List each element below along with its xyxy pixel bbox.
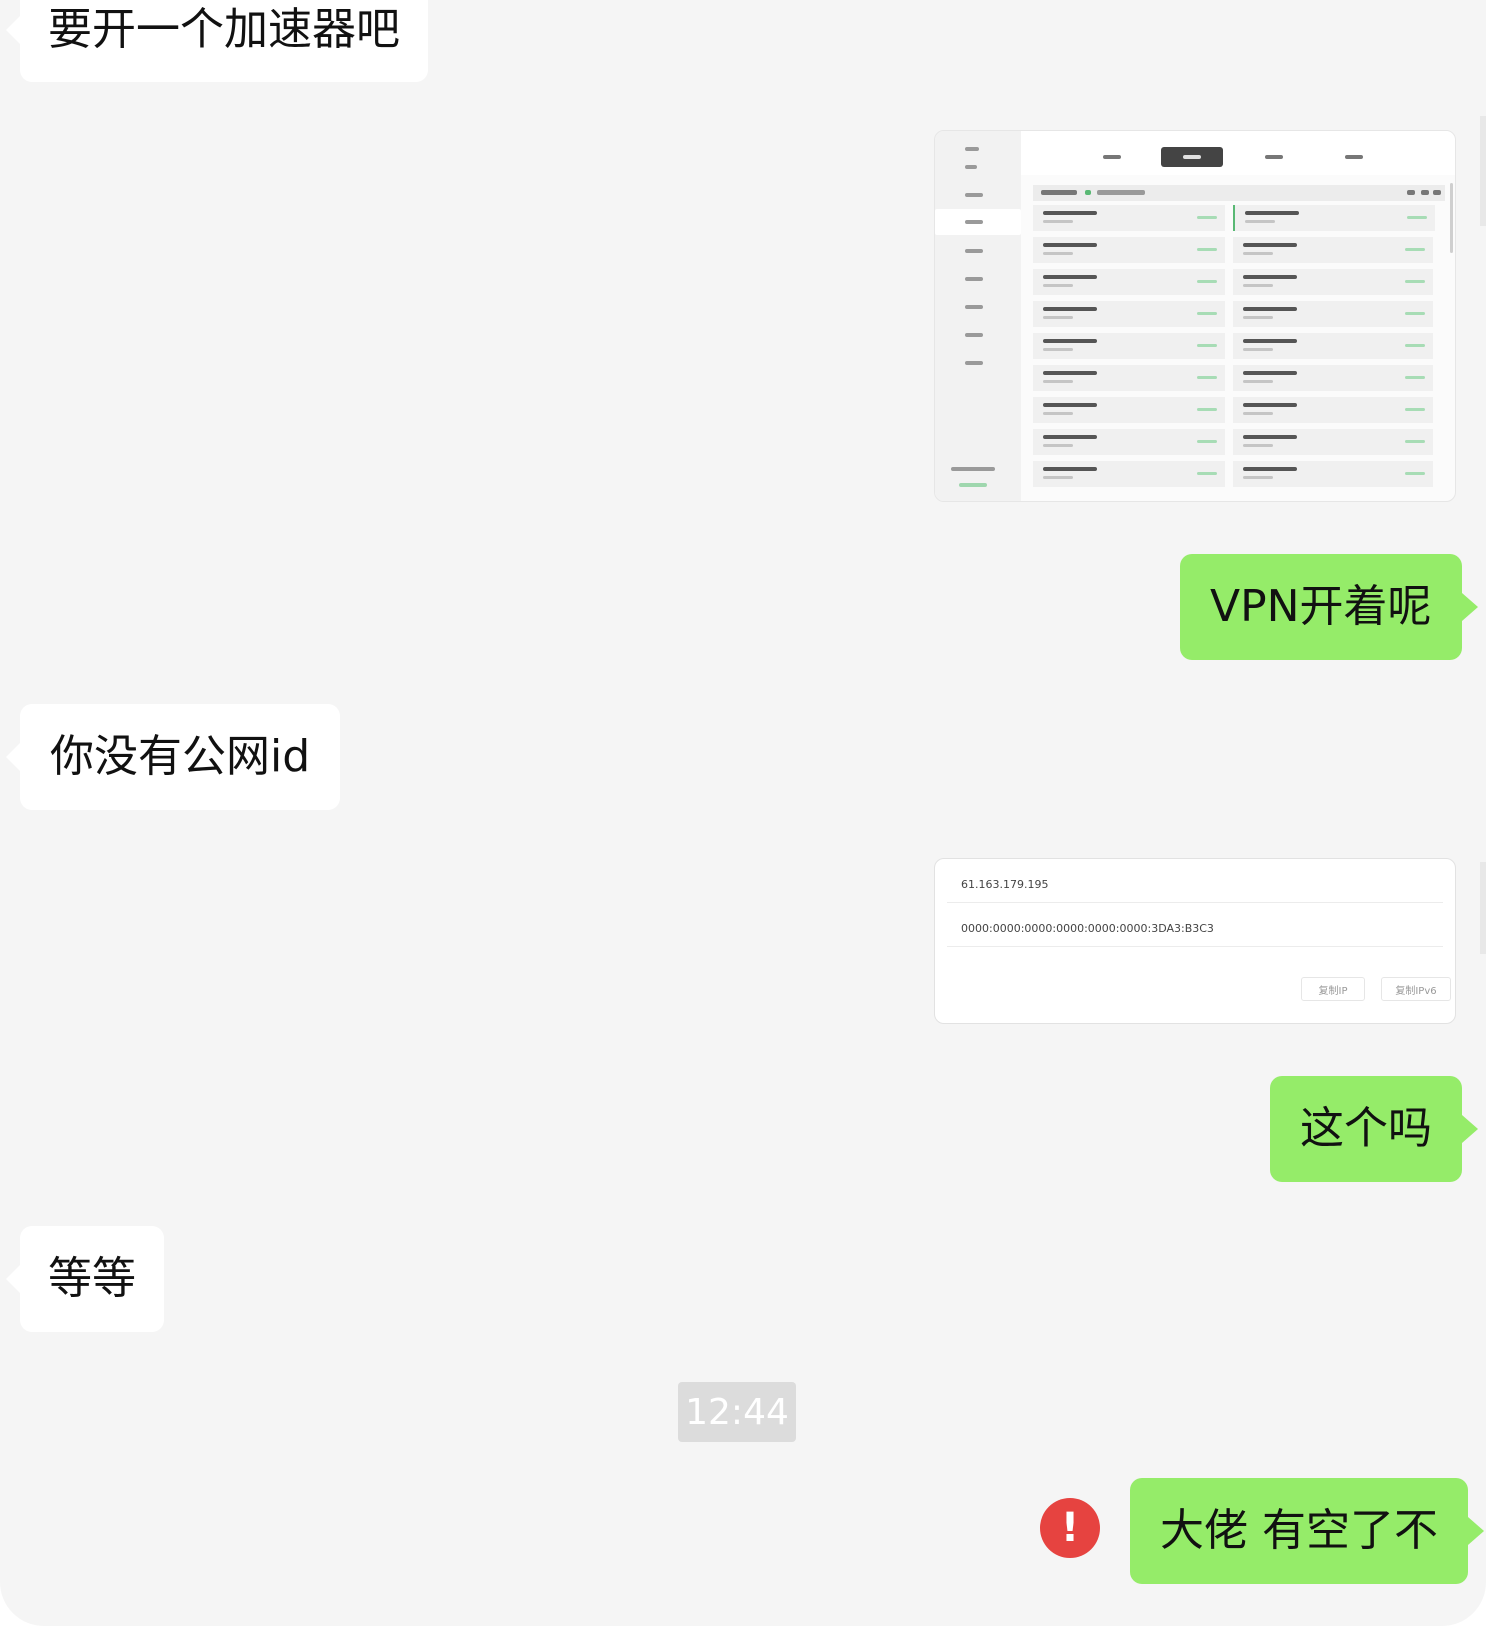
message-timestamp: 12:44: [678, 1382, 796, 1442]
thumbnail-tabs: [1021, 131, 1455, 175]
message-text: 要开一个加速器吧: [48, 4, 400, 55]
message-text: 这个吗: [1300, 1103, 1432, 1154]
message-text: 大佬 有空了不: [1160, 1505, 1438, 1556]
copy-ipv6-button: 复制IPv6: [1381, 977, 1451, 1001]
message-bubble-incoming[interactable]: 你没有公网id: [5, 704, 341, 810]
ipv6-field: 0000:0000:0000:0000:0000:0000:3DA3:B3C3: [947, 911, 1443, 947]
message-bubble-incoming[interactable]: 等等: [6, 1226, 164, 1332]
message-bubble-incoming[interactable]: 要开一个加速器吧: [6, 0, 428, 82]
clipped-edge: [1480, 862, 1486, 954]
message-text: 你没有公网id: [50, 731, 311, 782]
image-message-screenshot[interactable]: [934, 130, 1456, 502]
message-bubble-outgoing[interactable]: 大佬 有空了不: [1130, 1478, 1484, 1584]
message-bubble-outgoing[interactable]: VPN开着呢: [1180, 554, 1478, 660]
copy-ip-button: 复制IP: [1301, 977, 1365, 1001]
ipv4-field: 61.163.179.195: [947, 867, 1443, 903]
image-message-ip-card[interactable]: 61.163.179.195 0000:0000:0000:0000:0000:…: [934, 858, 1456, 1024]
message-text: VPN开着呢: [1210, 581, 1432, 632]
thumbnail-scrollbar: [1450, 183, 1453, 253]
send-failed-icon[interactable]: !: [1040, 1498, 1100, 1558]
message-text: 等等: [48, 1253, 136, 1304]
chat-view: 要开一个加速器吧 VPN开着呢 你没有公网id 61.163.179.195 0…: [0, 0, 1486, 1626]
clipped-edge: [1480, 116, 1486, 226]
message-bubble-outgoing[interactable]: 这个吗: [1270, 1076, 1478, 1182]
thumbnail-sidebar: [935, 131, 1021, 501]
thumbnail-list-header: [1033, 185, 1445, 201]
